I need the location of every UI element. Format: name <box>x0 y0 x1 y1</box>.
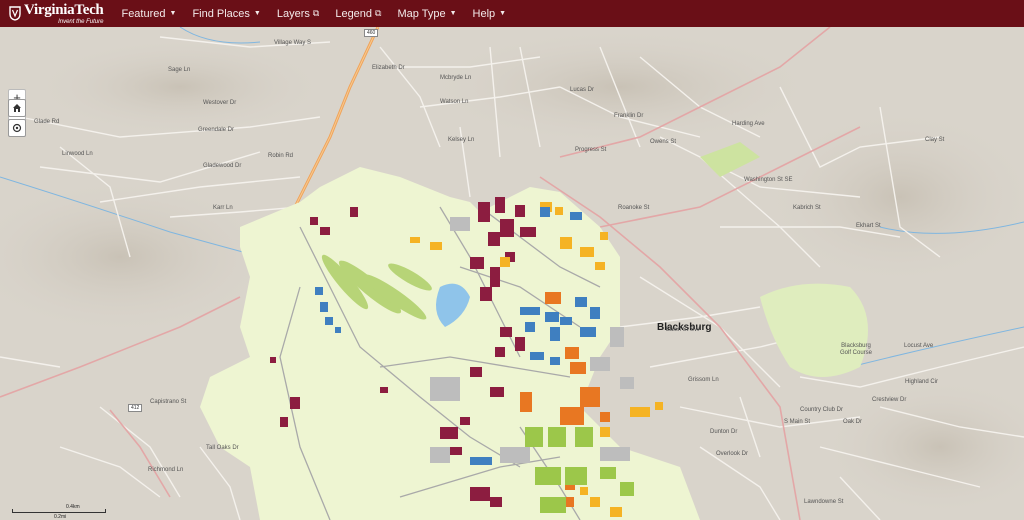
street-label: Eakin St SW <box>666 327 700 333</box>
menu-layers-label: Layers <box>276 7 310 20</box>
brand-name: VirginiaTech <box>24 1 104 18</box>
menu-find-places-label: Find Places <box>192 7 250 20</box>
street-label: Gladewood Dr <box>203 163 242 169</box>
external-link-icon: ⧉ <box>375 8 382 18</box>
street-label: Sage Ln <box>168 67 191 73</box>
street-label: Mcbryde Ln <box>440 75 472 81</box>
menu-featured[interactable]: Featured ▼ <box>113 0 184 27</box>
route-412-shield: 412 <box>128 404 143 412</box>
menu-map-type[interactable]: Map Type ▼ <box>389 0 464 27</box>
street-label: Grissom Ln <box>688 377 719 383</box>
hillshade <box>420 27 820 147</box>
street-label: Harding Ave <box>732 121 765 127</box>
caret-down-icon: ▼ <box>499 10 507 17</box>
street-label: Locust Ave <box>904 343 934 349</box>
caret-down-icon: ▼ <box>169 10 177 17</box>
street-label: S Main St <box>784 419 811 425</box>
street-label: Kabrich St <box>793 205 821 211</box>
street-label: Elizabeth Dr <box>372 65 405 71</box>
street-label: Crestview Dr <box>872 397 907 403</box>
street-label: Lucas Dr <box>570 87 595 93</box>
street-label: Village Way S <box>274 40 312 46</box>
menu-map-type-label: Map Type <box>397 7 446 20</box>
street-label: Karr Ln <box>213 205 233 211</box>
scale-label-mi: 0.2mi <box>54 514 67 520</box>
street-label: Robin Rd <box>268 153 294 159</box>
street-label: Greendale Dr <box>198 127 235 133</box>
street-label: Overlook Dr <box>716 451 749 457</box>
street-label: Westover Dr <box>203 100 237 106</box>
scale-bar <box>12 509 106 513</box>
street-label: Highland Cir <box>905 379 939 385</box>
street-label: Lawndowne St <box>804 499 844 505</box>
caret-down-icon: ▼ <box>449 10 457 17</box>
caret-down-icon: ▼ <box>253 10 261 17</box>
street-label: Washington St SE <box>744 177 793 183</box>
menu-legend-label: Legend <box>335 7 373 20</box>
locate-icon <box>12 123 22 133</box>
street-label: Ekhart St <box>856 223 881 229</box>
street-label: Richmond Ln <box>148 467 184 473</box>
brand-tagline: Invent the Future <box>58 18 104 25</box>
route-460-shield: 460 <box>364 29 379 37</box>
street-label: Watson Ln <box>440 99 469 105</box>
street-label: Glade Rd <box>34 119 60 125</box>
street-label: Roanoke St <box>618 205 650 211</box>
menu-featured-label: Featured <box>121 7 166 20</box>
main-menu: Featured ▼ Find Places ▼ Layers ⧉ Legend ⧉ M… <box>113 0 514 27</box>
menu-layers[interactable]: Layers ⧉ <box>269 0 327 27</box>
menu-legend[interactable]: Legend ⧉ <box>327 0 389 27</box>
street-label: Linwood Ln <box>62 151 93 157</box>
map-canvas[interactable]: + − Blacksburg Blacksburg Golf Course 46… <box>0 27 1024 520</box>
menu-help[interactable]: Help ▼ <box>465 0 515 27</box>
top-navbar: VirginiaTech Invent the Future Featured ▼… <box>0 0 1024 27</box>
street-label: Tall Oaks Dr <box>206 445 239 451</box>
brand-logo[interactable]: VirginiaTech Invent the Future <box>9 1 104 25</box>
street-label: Oak Dr <box>843 419 863 425</box>
home-button[interactable] <box>8 99 26 117</box>
vt-shield-icon <box>9 6 21 21</box>
golf-course-label: Blacksburg Golf Course <box>839 343 872 357</box>
street-label: Country Club Dr <box>800 407 844 413</box>
street-label: Dunton Dr <box>710 429 738 435</box>
street-label: Kelsey Ln <box>448 137 475 143</box>
locate-button[interactable] <box>8 119 26 137</box>
external-link-icon: ⧉ <box>312 8 320 18</box>
menu-help-label: Help <box>472 7 496 20</box>
map-graphics <box>0 27 1024 520</box>
street-label: Capistrano St <box>150 399 187 405</box>
home-icon <box>13 104 21 112</box>
menu-find-places[interactable]: Find Places ▼ <box>184 0 268 27</box>
street-label: Clay St <box>925 137 945 143</box>
street-label: Owens St <box>650 139 677 145</box>
street-label: Progress St <box>575 147 607 153</box>
street-label: Franklin Dr <box>614 113 644 119</box>
